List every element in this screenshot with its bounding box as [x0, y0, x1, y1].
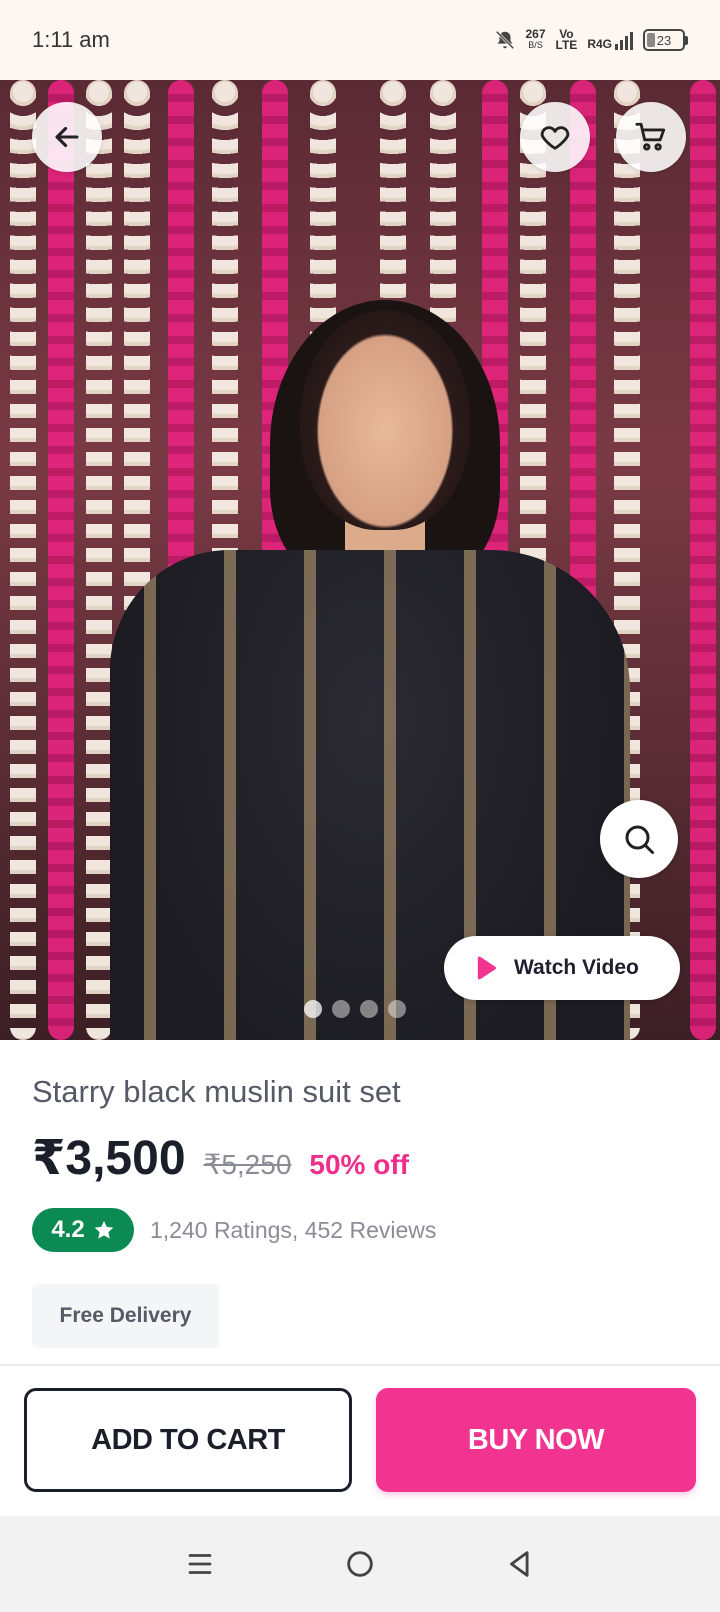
play-icon [477, 956, 497, 980]
search-icon [625, 825, 654, 854]
status-icons: 267 B/S Vo LTE R4G 23 [494, 27, 688, 52]
model-face [300, 310, 470, 530]
carousel-indicator [304, 1000, 406, 1018]
watch-video-label: Watch Video [514, 956, 639, 979]
star-icon [94, 1220, 114, 1239]
carousel-dot[interactable] [304, 1000, 322, 1018]
add-to-cart-button[interactable]: ADD TO CART [24, 1388, 352, 1492]
data-speed: 267 B/S [525, 27, 546, 50]
status-time: 1:11 am [32, 27, 110, 52]
system-nav-bar [0, 1516, 720, 1612]
price-row: ₹3,500 ₹5,250 50% off [32, 1130, 409, 1186]
menu-icon[interactable] [183, 1547, 217, 1581]
buy-now-button[interactable]: BUY NOW [376, 1388, 696, 1492]
free-delivery-tag: Free Delivery [32, 1284, 219, 1348]
battery-level: 23 [656, 32, 672, 48]
original-price: ₹5,250 [203, 1149, 292, 1180]
selling-price: ₹3,500 [32, 1132, 186, 1185]
rating-row[interactable]: 4.2 1,240 Ratings, 452 Reviews [32, 1208, 436, 1252]
volte-indicator: Vo LTE [555, 27, 578, 52]
divider [0, 1364, 720, 1366]
carousel-dot[interactable] [332, 1000, 350, 1018]
wishlist-button[interactable] [520, 102, 590, 172]
shopping-cart-icon [635, 122, 666, 151]
zoom-button[interactable] [600, 800, 678, 878]
back-button[interactable] [32, 102, 102, 172]
carousel-dot[interactable] [360, 1000, 378, 1018]
rating-value: 4.2 [51, 1216, 85, 1243]
carousel-dot[interactable] [388, 1000, 406, 1018]
network-type: R4G [587, 37, 612, 51]
bell-off-icon [495, 30, 514, 50]
rating-badge[interactable]: 4.2 [32, 1208, 134, 1252]
status-bar: 1:11 am 267 B/S Vo LTE R4G 23 [0, 0, 720, 80]
signal-icon [615, 30, 633, 50]
back-triangle-icon[interactable] [503, 1547, 537, 1581]
cart-button[interactable] [616, 102, 686, 172]
arrow-left-icon [55, 126, 79, 148]
watch-video-button[interactable]: Watch Video [444, 936, 680, 1000]
discount-label: 50% off [309, 1149, 409, 1180]
home-circle-icon[interactable] [343, 1547, 377, 1581]
battery-icon: 23 [643, 29, 688, 51]
product-title: Starry black muslin suit set [32, 1074, 401, 1109]
rating-summary[interactable]: 1,240 Ratings, 452 Reviews [150, 1217, 436, 1244]
product-image-carousel[interactable] [0, 80, 720, 1040]
heart-icon [540, 126, 570, 150]
